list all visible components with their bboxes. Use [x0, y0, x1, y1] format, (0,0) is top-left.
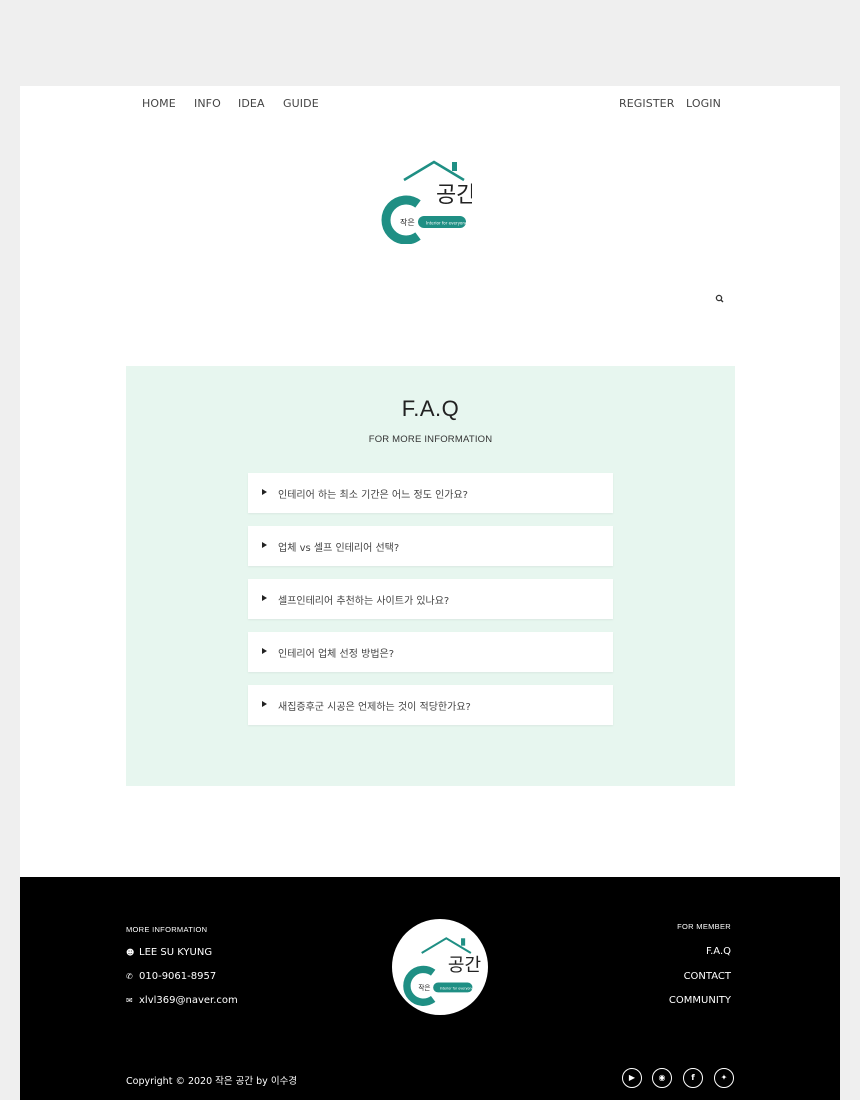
- twitter-icon[interactable]: ✦: [714, 1068, 734, 1088]
- footer-phone: ✆ 010-9061-8957: [126, 971, 217, 982]
- faq-title: F.A.Q: [401, 396, 460, 421]
- faq-question: 업체 vs 셀프 인테리어 선택?: [278, 543, 400, 554]
- faq-question: 셀프인테리어 추천하는 사이트가 있나요?: [278, 596, 450, 607]
- faq-item[interactable]: 셀프인테리어 추천하는 사이트가 있나요?: [248, 579, 613, 619]
- footer-link-community[interactable]: COMMUNITY: [669, 995, 731, 1006]
- faq-item[interactable]: 인테리어 하는 최소 기간은 어느 정도 인가요?: [248, 473, 613, 513]
- faq-section: F.A.Q FOR MORE INFORMATION 인테리어 하는 최소 기간…: [126, 366, 735, 786]
- nav-idea[interactable]: IDEA: [238, 97, 265, 110]
- caret-right-icon: [262, 648, 267, 654]
- instagram-icon[interactable]: ◉: [652, 1068, 672, 1088]
- svg-text:공간: 공간: [448, 955, 481, 976]
- faq-item[interactable]: 새집증후군 시공은 언제하는 것이 적당한가요?: [248, 685, 613, 725]
- svg-text:Interior for everyone: Interior for everyone: [440, 987, 474, 991]
- faq-item[interactable]: 업체 vs 셀프 인테리어 선택?: [248, 526, 613, 566]
- svg-text:Interior for everyone: Interior for everyone: [426, 221, 468, 226]
- nav-info[interactable]: INFO: [194, 97, 221, 110]
- footer-link-contact[interactable]: CONTACT: [684, 971, 731, 982]
- faq-subtitle: FOR MORE INFORMATION: [368, 434, 493, 445]
- faq-list: 인테리어 하는 최소 기간은 어느 정도 인가요? 업체 vs 셀프 인테리어 …: [248, 473, 613, 738]
- footer-logo[interactable]: 공간 작은 Interior for everyone: [392, 919, 488, 1015]
- nav-login[interactable]: LOGIN: [686, 97, 721, 110]
- phone-icon: ✆: [126, 972, 133, 981]
- youtube-icon[interactable]: ▶: [622, 1068, 642, 1088]
- page: HOME INFO IDEA GUIDE REGISTER LOGIN 공간 작…: [20, 86, 840, 1100]
- svg-text:작은: 작은: [418, 983, 430, 992]
- svg-text:작은: 작은: [400, 217, 415, 227]
- user-icon: ☻: [126, 948, 135, 957]
- nav-home[interactable]: HOME: [142, 97, 176, 110]
- copyright: Copyright © 2020 작은 공간 by 이수경: [126, 1076, 298, 1087]
- footer-logo-graphic: 공간 작은 Interior for everyone: [403, 937, 481, 1006]
- footer-info-heading: MORE INFORMATION: [126, 925, 208, 934]
- nav-guide[interactable]: GUIDE: [283, 97, 319, 110]
- caret-right-icon: [262, 701, 267, 707]
- facebook-icon[interactable]: f: [683, 1068, 703, 1088]
- caret-right-icon: [262, 595, 267, 601]
- search-icon[interactable]: [713, 291, 727, 305]
- footer-email: ✉ xlvl369@naver.com: [126, 995, 238, 1006]
- logo-graphic: 공간 작은 Interior for everyone: [381, 160, 476, 245]
- nav-register[interactable]: REGISTER: [619, 97, 674, 110]
- footer: MORE INFORMATION ☻ LEE SU KYUNG ✆ 010-9061…: [20, 877, 840, 1100]
- svg-text:공간: 공간: [436, 183, 472, 208]
- faq-item[interactable]: 인테리어 업체 선정 방법은?: [248, 632, 613, 672]
- caret-right-icon: [262, 542, 267, 548]
- footer-link-faq[interactable]: F.A.Q: [706, 946, 731, 957]
- faq-question: 새집증후군 시공은 언제하는 것이 적당한가요?: [278, 702, 471, 713]
- top-nav: HOME INFO IDEA GUIDE REGISTER LOGIN: [20, 86, 840, 122]
- mail-icon: ✉: [126, 996, 133, 1005]
- site-logo[interactable]: 공간 작은 Interior for everyone: [380, 158, 476, 245]
- faq-question: 인테리어 업체 선정 방법은?: [278, 649, 395, 660]
- footer-name: ☻ LEE SU KYUNG: [126, 947, 213, 958]
- faq-question: 인테리어 하는 최소 기간은 어느 정도 인가요?: [278, 490, 468, 501]
- caret-right-icon: [262, 489, 267, 495]
- footer-member-heading: FOR MEMBER: [677, 922, 731, 931]
